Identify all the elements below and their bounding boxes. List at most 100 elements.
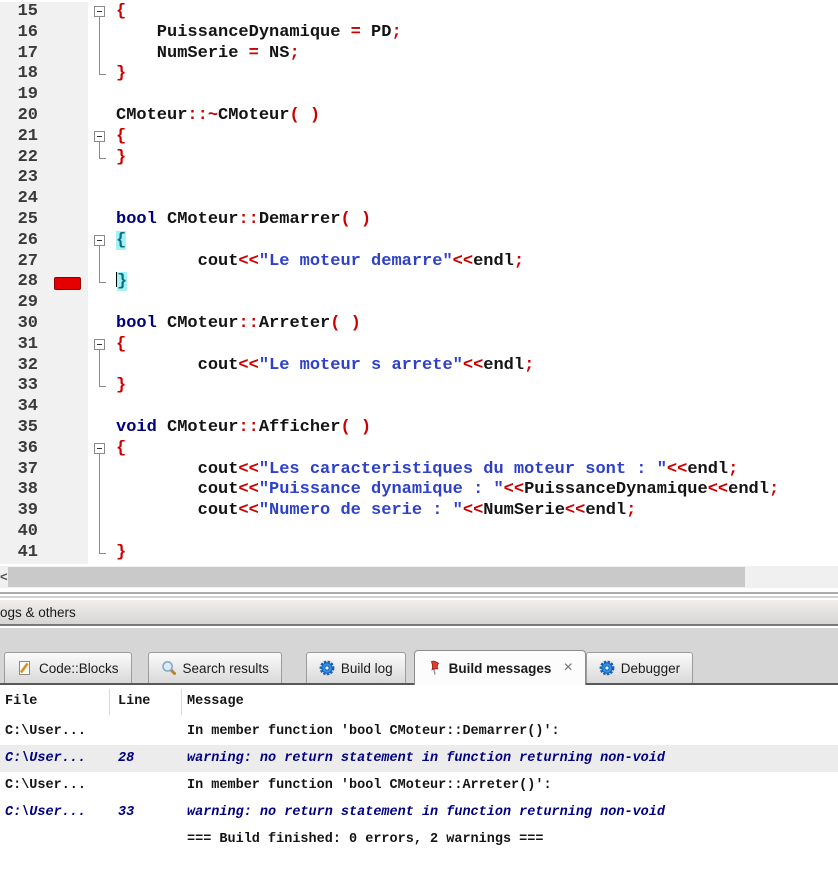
tab-code-blocks[interactable]: Code::Blocks — [4, 652, 132, 683]
code-line[interactable]: 30 bool CMoteur::Arreter( ) — [0, 313, 838, 335]
column-header-line[interactable]: Line — [110, 688, 182, 715]
line-number[interactable]: 18 — [0, 64, 50, 86]
line-number[interactable]: 34 — [0, 397, 50, 418]
column-header-message[interactable]: Message — [182, 694, 838, 709]
fold-collapse-icon[interactable] — [94, 338, 105, 350]
line-number[interactable]: 21 — [0, 126, 50, 148]
build-message-row[interactable]: C:\User... 28 warning: no return statement… — [0, 745, 838, 772]
fold-margin[interactable] — [88, 230, 114, 252]
line-number[interactable]: 28 — [0, 272, 50, 294]
code-line[interactable]: 39 cout<<"Numero de serie : "<<NumSerie<… — [0, 501, 838, 522]
close-tab-icon[interactable]: × — [563, 660, 572, 676]
line-number[interactable]: 17 — [0, 43, 50, 65]
code-line[interactable]: 31 { — [0, 334, 838, 356]
marker-margin[interactable] — [50, 168, 88, 190]
code-line[interactable]: 35 void CMoteur::Afficher( ) — [0, 417, 838, 439]
code-line[interactable]: 21 { — [0, 126, 838, 148]
marker-margin[interactable] — [50, 438, 88, 460]
marker-margin[interactable] — [50, 64, 88, 86]
line-number[interactable]: 41 — [0, 542, 50, 564]
code-line[interactable]: 24 — [0, 189, 838, 210]
marker-margin[interactable] — [50, 189, 88, 210]
marker-margin[interactable] — [50, 22, 88, 44]
code-editor[interactable]: 15{16 PuissanceDynamique = PD; 17 NumSeri… — [0, 0, 838, 566]
line-number[interactable]: 22 — [0, 147, 50, 169]
marker-margin[interactable] — [50, 293, 88, 314]
marker-margin[interactable] — [50, 542, 88, 564]
fold-margin[interactable] — [88, 2, 114, 23]
build-message-row[interactable]: C:\User... In member function 'bool CMote… — [0, 772, 838, 799]
tab-build-messages[interactable]: Build messages × — [413, 650, 586, 685]
marker-margin[interactable] — [50, 251, 88, 273]
code-line[interactable]: 28} — [0, 272, 838, 294]
fold-margin[interactable] — [88, 334, 114, 356]
build-message-row[interactable]: === Build finished: 0 errors, 2 warnings… — [0, 826, 838, 853]
marker-margin[interactable] — [50, 230, 88, 252]
code-line[interactable]: 16 PuissanceDynamique = PD; — [0, 22, 838, 44]
tab-build-log[interactable]: Build log — [305, 652, 406, 683]
line-number[interactable]: 19 — [0, 85, 50, 106]
tab-debugger[interactable]: Debugger — [585, 652, 694, 683]
line-number[interactable]: 26 — [0, 230, 50, 252]
line-number[interactable]: 35 — [0, 417, 50, 439]
scrollbar-thumb[interactable] — [8, 567, 745, 587]
code-line[interactable]: 40 — [0, 521, 838, 543]
marker-margin[interactable] — [50, 105, 88, 127]
fold-margin[interactable] — [88, 126, 114, 148]
code-line[interactable]: 36 { — [0, 438, 838, 460]
panel-splitter[interactable] — [0, 588, 838, 600]
code-line[interactable]: 19 — [0, 85, 838, 106]
fold-collapse-icon[interactable] — [94, 130, 105, 142]
marker-margin[interactable] — [50, 501, 88, 522]
line-number[interactable]: 20 — [0, 105, 50, 127]
marker-margin[interactable] — [50, 313, 88, 335]
marker-margin[interactable] — [50, 272, 88, 294]
line-number[interactable]: 15 — [0, 2, 50, 23]
code-line[interactable]: 29 — [0, 293, 838, 314]
marker-margin[interactable] — [50, 480, 88, 502]
column-header-file[interactable]: File — [0, 688, 110, 715]
line-number[interactable]: 38 — [0, 480, 50, 502]
line-number[interactable]: 37 — [0, 459, 50, 481]
marker-margin[interactable] — [50, 417, 88, 439]
marker-margin[interactable] — [50, 334, 88, 356]
line-number[interactable]: 31 — [0, 334, 50, 356]
code-line[interactable]: 26 { — [0, 230, 838, 252]
marker-margin[interactable] — [50, 147, 88, 169]
marker-margin[interactable] — [50, 43, 88, 65]
code-line[interactable]: 38 cout<<"Puissance dynamique : "<<Puiss… — [0, 480, 838, 502]
line-number[interactable]: 33 — [0, 376, 50, 398]
line-number[interactable]: 27 — [0, 251, 50, 273]
line-number[interactable]: 16 — [0, 22, 50, 44]
marker-margin[interactable] — [50, 521, 88, 543]
line-number[interactable]: 39 — [0, 501, 50, 522]
code-line[interactable]: 37 cout<<"Les caracteristiques du moteur… — [0, 459, 838, 481]
line-number[interactable]: 29 — [0, 293, 50, 314]
marker-margin[interactable] — [50, 209, 88, 231]
line-number[interactable]: 40 — [0, 521, 50, 543]
build-message-row[interactable]: C:\User... In member function 'bool CMote… — [0, 718, 838, 745]
code-line[interactable]: 34 — [0, 397, 838, 418]
code-line[interactable]: 41} — [0, 542, 838, 564]
code-line[interactable]: 18} — [0, 64, 838, 86]
code-line[interactable]: 22} — [0, 147, 838, 169]
horizontal-scrollbar[interactable]: < — [0, 566, 838, 588]
marker-margin[interactable] — [50, 355, 88, 377]
code-line[interactable]: 25 bool CMoteur::Demarrer( ) — [0, 209, 838, 231]
marker-margin[interactable] — [50, 376, 88, 398]
code-line[interactable]: 27 cout<<"Le moteur demarre"<<endl; — [0, 251, 838, 273]
fold-collapse-icon[interactable] — [94, 234, 105, 246]
marker-margin[interactable] — [50, 397, 88, 418]
line-number[interactable]: 25 — [0, 209, 50, 231]
fold-collapse-icon[interactable] — [94, 6, 105, 17]
line-number[interactable]: 30 — [0, 313, 50, 335]
code-line[interactable]: 32 cout<<"Le moteur s arrete"<<endl; — [0, 355, 838, 377]
line-number[interactable]: 32 — [0, 355, 50, 377]
marker-margin[interactable] — [50, 2, 88, 23]
tab-search-results[interactable]: Search results — [147, 652, 282, 683]
marker-margin[interactable] — [50, 85, 88, 106]
code-line[interactable]: 33} — [0, 376, 838, 398]
marker-margin[interactable] — [50, 126, 88, 148]
line-number[interactable]: 24 — [0, 189, 50, 210]
line-number[interactable]: 23 — [0, 168, 50, 190]
